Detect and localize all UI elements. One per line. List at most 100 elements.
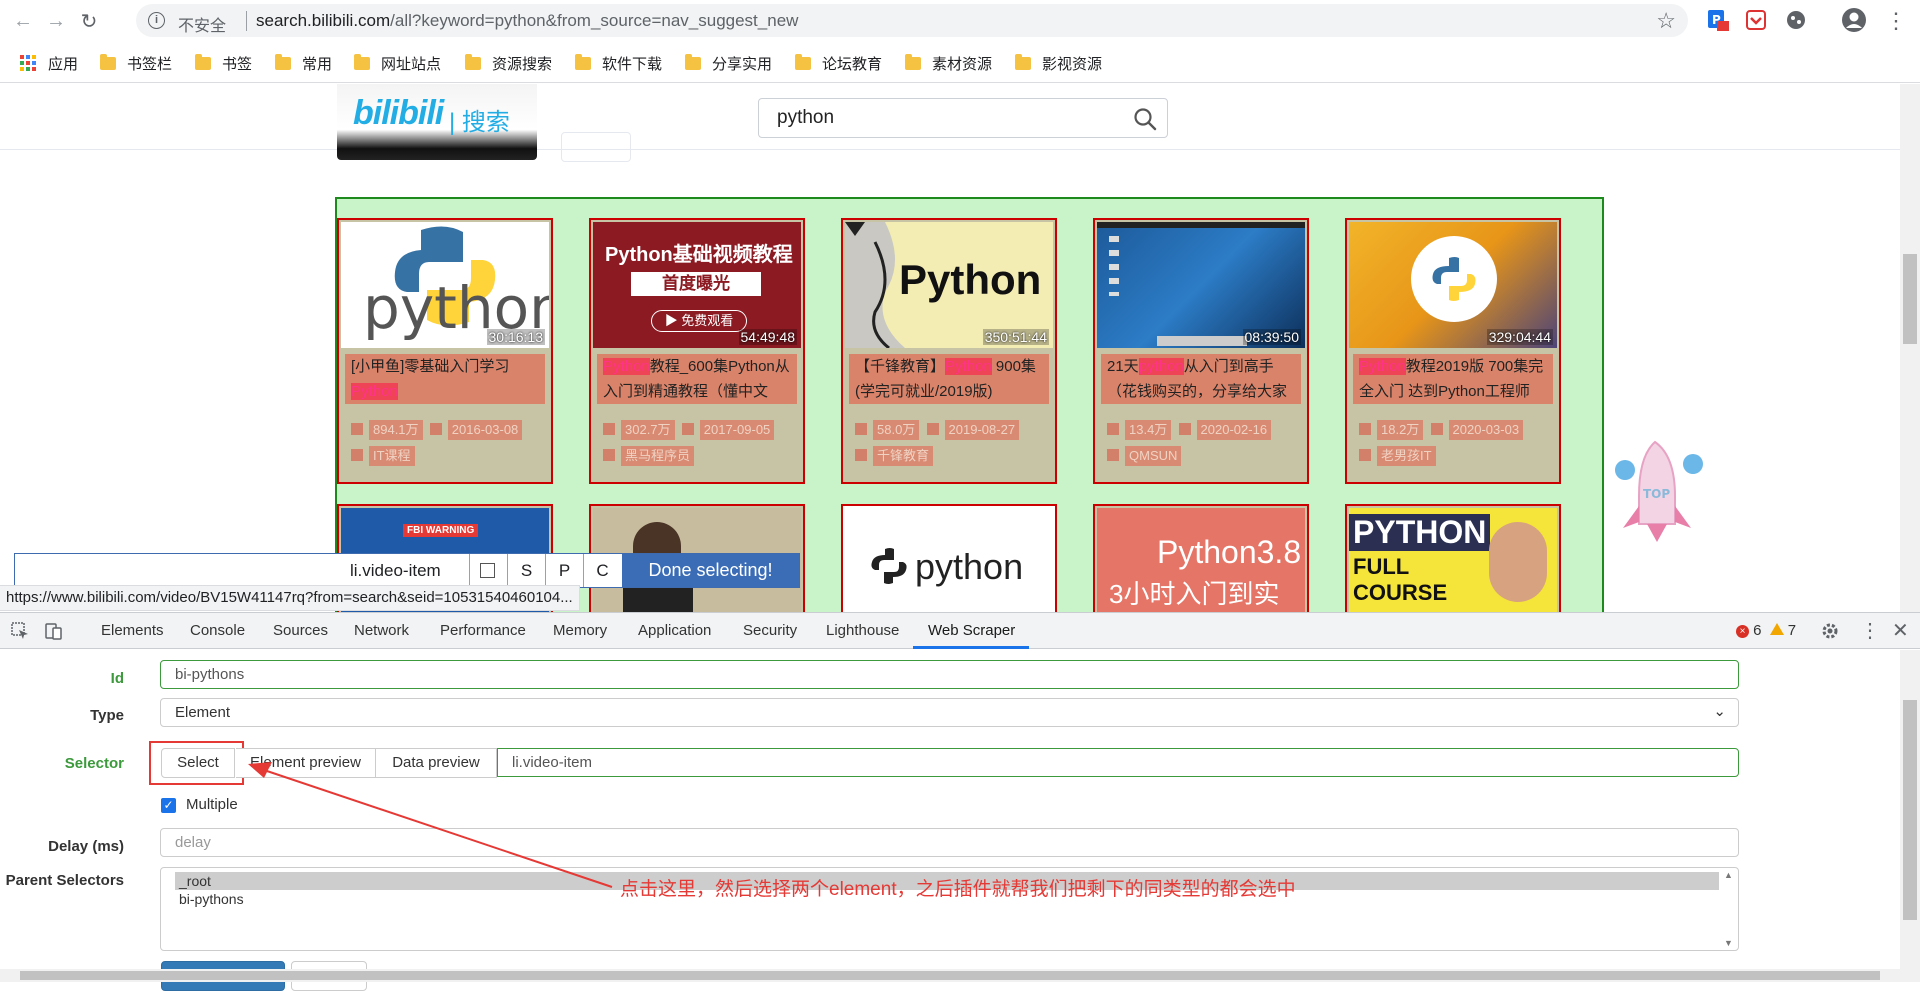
bookmark-folder[interactable]: 书签栏 <box>100 53 172 73</box>
device-toolbar-icon[interactable] <box>44 621 64 641</box>
settings-gear-icon[interactable] <box>1820 621 1840 641</box>
tab-network[interactable]: Network <box>354 622 409 639</box>
video-card[interactable]: Python基础视频教程 首度曝光 ▶ 免费观看 54:49:48 Python… <box>589 218 805 484</box>
key-p-button[interactable]: P <box>545 554 583 587</box>
tab-memory[interactable]: Memory <box>553 622 607 639</box>
forward-icon[interactable]: → <box>43 8 69 34</box>
url-text[interactable]: search.bilibili.com/all?keyword=python&f… <box>256 11 798 31</box>
warning-count: 7 <box>1787 622 1797 639</box>
profile-avatar-icon[interactable] <box>1841 7 1867 33</box>
info-icon[interactable]: i <box>148 12 165 29</box>
bookmark-folder[interactable]: 网址站点 <box>354 53 441 73</box>
python-logo-icon <box>871 548 907 584</box>
devtools-hscrollbar[interactable] <box>0 969 1900 982</box>
video-card[interactable]: Python 350:51:44 【千锋教育】Python 900集(学完可就业… <box>841 218 1057 484</box>
list-scrollbar[interactable]: ▲ ▼ <box>1720 868 1738 950</box>
video-card[interactable]: python 30:16:13 [小甲鱼]零基础入门学习Python 894.1… <box>337 218 553 484</box>
bookmark-folder[interactable]: 论坛教育 <box>795 53 882 73</box>
thumb-text: Python3.8 <box>1157 534 1302 570</box>
bookmark-star-icon[interactable]: ☆ <box>1656 8 1676 34</box>
video-uploader[interactable]: 老男孩IT <box>1359 446 1436 466</box>
video-uploader[interactable]: IT课程 <box>351 446 415 466</box>
search-input[interactable] <box>777 107 1117 129</box>
tab-sources[interactable]: Sources <box>273 622 328 639</box>
video-card[interactable]: Python3.8 3小时入门到实战 <box>1093 504 1309 612</box>
video-title[interactable]: [小甲鱼]零基础入门学习Python <box>345 354 545 404</box>
key-s-button[interactable]: S <box>507 554 545 587</box>
bookmark-folder[interactable]: 资源搜索 <box>465 53 552 73</box>
reload-icon[interactable]: ↻ <box>76 8 102 34</box>
bookmark-label: 网址站点 <box>381 55 442 73</box>
more-options-icon[interactable]: ⋮ <box>1860 618 1880 643</box>
selection-checkbox[interactable] <box>480 563 495 578</box>
thumb-text: PYTHON <box>1349 514 1491 551</box>
bookmark-label: 常用 <box>302 55 333 73</box>
search-icon[interactable] <box>1133 107 1157 131</box>
game-extension-icon[interactable] <box>1785 9 1807 31</box>
done-selecting-button[interactable]: Done selecting! <box>622 554 799 587</box>
folder-icon <box>905 53 921 70</box>
video-title[interactable]: 21天python从入门到高手（花钱购买的，分享给大家 <box>1101 354 1301 404</box>
url-host: search.bilibili.com <box>256 11 391 30</box>
pin-extension-icon[interactable]: P <box>1707 9 1729 31</box>
page-scrollbar-thumb[interactable] <box>1903 254 1917 344</box>
chrome-menu-icon[interactable]: ⋮ <box>1883 8 1909 34</box>
video-title[interactable]: Python教程2019版 700集完全入门 达到Python工程师 <box>1353 354 1553 404</box>
video-title[interactable]: 【千锋教育】Python 900集(学完可就业/2019版) <box>849 354 1049 404</box>
video-card[interactable]: python <box>841 504 1057 612</box>
bookmark-apps[interactable]: 应用 <box>20 53 78 73</box>
tab-security[interactable]: Security <box>743 622 797 639</box>
thumb-subtext: FULL COURSE <box>1353 554 1448 605</box>
back-to-top-rocket-icon[interactable]: TOP <box>1605 436 1715 546</box>
video-thumbnail: python <box>845 508 1053 612</box>
inspect-element-icon[interactable] <box>10 621 30 641</box>
tab-web-scraper[interactable]: Web Scraper <box>928 622 1015 639</box>
back-icon[interactable]: ← <box>10 8 36 34</box>
bookmark-folder[interactable]: 分享实用 <box>685 53 772 73</box>
bookmark-folder[interactable]: 软件下载 <box>575 53 662 73</box>
desktop-dock <box>1157 336 1247 346</box>
scroll-up-icon[interactable]: ▲ <box>1724 870 1733 880</box>
bili-logo[interactable]: bilibili | 搜索 <box>337 84 537 160</box>
thumb-banner: 首度曝光 <box>631 272 761 296</box>
bookmark-folder[interactable]: 素材资源 <box>905 53 992 73</box>
error-count: 6 <box>1753 622 1762 639</box>
devtools-scrollbar-thumb[interactable] <box>1903 700 1917 920</box>
scroll-down-icon[interactable]: ▼ <box>1724 938 1733 948</box>
link-status-bar: https://www.bilibili.com/video/BV15W4114… <box>0 585 580 611</box>
close-devtools-icon[interactable]: ✕ <box>1892 618 1909 643</box>
tab-performance[interactable]: Performance <box>440 622 526 639</box>
issue-counts[interactable]: × 6 7 <box>1736 622 1796 639</box>
page-scrollbar[interactable] <box>1900 84 1920 612</box>
selection-selector-text: li.video-item <box>350 561 441 580</box>
folder-icon <box>795 53 811 70</box>
search-box[interactable] <box>758 98 1168 138</box>
thumb-text: Python <box>899 256 1042 303</box>
address-bar[interactable]: i 不安全 search.bilibili.com/all?keyword=py… <box>136 4 1688 37</box>
tab-console[interactable]: Console <box>190 622 245 639</box>
video-uploader[interactable]: QMSUN <box>1107 446 1182 466</box>
selection-checkbox-cell[interactable] <box>469 554 507 587</box>
folder-icon <box>575 53 591 70</box>
video-title[interactable]: Python教程_600集Python从入门到精通教程（懂中文 <box>597 354 797 404</box>
video-duration: 30:16:13 <box>486 329 545 345</box>
key-c-button[interactable]: C <box>583 554 621 587</box>
video-thumbnail: 08:39:50 <box>1097 222 1305 348</box>
video-uploader[interactable]: 千锋教育 <box>855 446 934 466</box>
pocket-extension-icon[interactable] <box>1745 9 1767 31</box>
annotation-text: 点击这里，然后选择两个element，之后插件就帮我们把剩下的同类型的都会选中 <box>620 879 1296 900</box>
video-uploader[interactable]: 黑马程序员 <box>603 446 695 466</box>
video-card[interactable]: PYTHON FULL COURSE <box>1345 504 1561 612</box>
video-card[interactable]: 08:39:50 21天python从入门到高手（花钱购买的，分享给大家 13.… <box>1093 218 1309 484</box>
video-card[interactable]: 329:04:44 Python教程2019版 700集完全入门 达到Pytho… <box>1345 218 1561 484</box>
tab-lighthouse[interactable]: Lighthouse <box>826 622 899 639</box>
bookmark-folder[interactable]: 常用 <box>275 53 332 73</box>
devtools-hscrollbar-thumb[interactable] <box>20 971 1880 980</box>
tab-application[interactable]: Application <box>638 622 711 639</box>
bili-logo-sub: | 搜索 <box>449 109 510 136</box>
bookmark-folder[interactable]: 影视资源 <box>1015 53 1102 73</box>
bookmark-folder[interactable]: 书签 <box>195 53 252 73</box>
devtools-scrollbar[interactable] <box>1900 650 1920 982</box>
tab-elements[interactable]: Elements <box>101 622 164 639</box>
video-duration: 08:39:50 <box>1242 329 1301 345</box>
